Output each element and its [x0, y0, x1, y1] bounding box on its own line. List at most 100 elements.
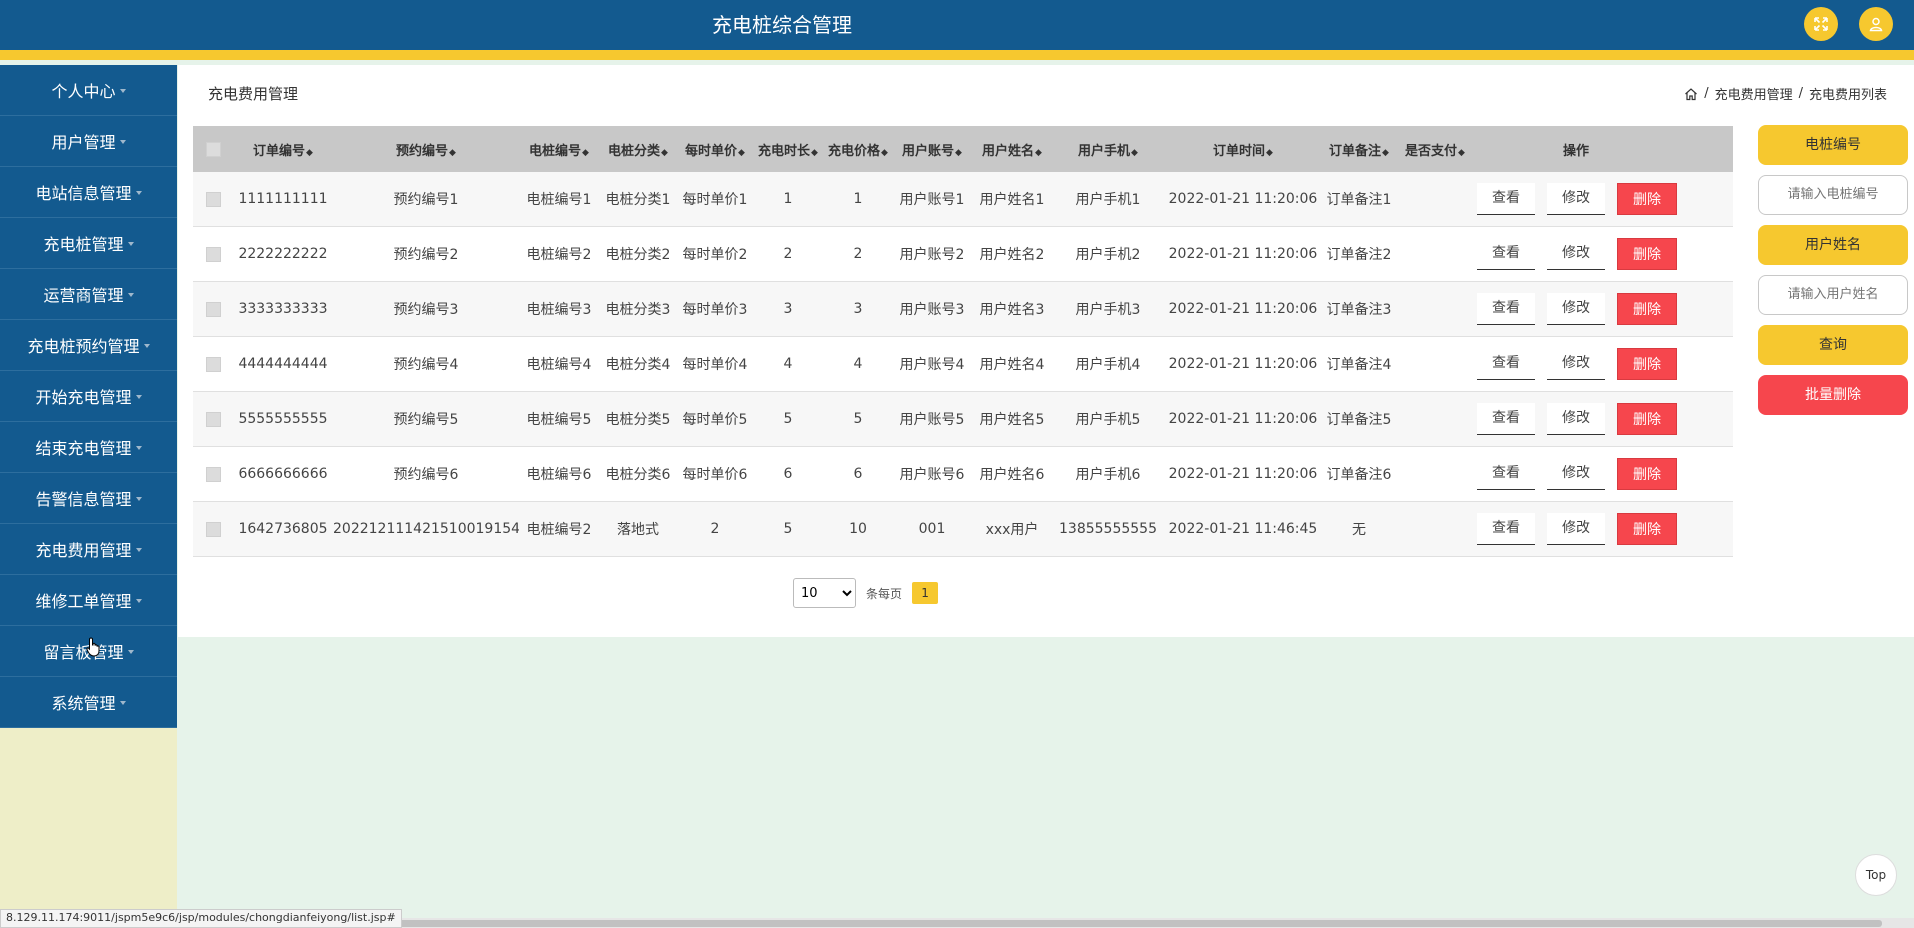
- cell-phone: 用户手机6: [1075, 467, 1141, 483]
- cell-price: 2: [853, 246, 863, 262]
- header-pile-no[interactable]: 电桩编号◆: [519, 140, 599, 159]
- cell-reserve-no: 202212111421510019154: [333, 521, 519, 537]
- delete-button[interactable]: 删除: [1617, 348, 1677, 380]
- sort-icon: ◆: [881, 147, 888, 158]
- delete-button[interactable]: 删除: [1617, 183, 1677, 215]
- header-time[interactable]: 订单时间◆: [1163, 140, 1323, 159]
- sidebar-item-system[interactable]: 系统管理: [0, 677, 177, 728]
- cell-order-no: 1642736805: [238, 521, 328, 537]
- header-pile-type[interactable]: 电桩分类◆: [599, 140, 677, 159]
- sidebar-item-personal-center[interactable]: 个人中心: [0, 65, 177, 116]
- cell-unit-price: 每时单价4: [682, 357, 748, 373]
- header-account[interactable]: 用户账号◆: [893, 140, 971, 159]
- sidebar-item-piles[interactable]: 充电桩管理: [0, 218, 177, 269]
- row-checkbox[interactable]: [205, 356, 221, 372]
- delete-button[interactable]: 删除: [1617, 293, 1677, 325]
- user-menu-button[interactable]: [1859, 7, 1893, 41]
- cell-reserve-no: 预约编号2: [393, 247, 459, 263]
- sidebar-item-alerts[interactable]: 告警信息管理: [0, 473, 177, 524]
- page-number-button[interactable]: 1: [912, 582, 939, 604]
- cell-pile-type: 电桩分类3: [605, 302, 671, 318]
- batch-delete-button[interactable]: 批量删除: [1758, 375, 1908, 415]
- row-checkbox[interactable]: [205, 466, 221, 482]
- view-button[interactable]: 查看: [1477, 458, 1535, 490]
- header-remark[interactable]: 订单备注◆: [1323, 140, 1395, 159]
- row-checkbox[interactable]: [205, 411, 221, 427]
- edit-button[interactable]: 修改: [1547, 403, 1605, 435]
- sidebar-item-label: 留言板管理: [43, 643, 124, 662]
- edit-button[interactable]: 修改: [1547, 238, 1605, 270]
- header-name[interactable]: 用户姓名◆: [971, 140, 1053, 159]
- view-button[interactable]: 查看: [1477, 293, 1535, 325]
- header-price[interactable]: 充电价格◆: [823, 140, 893, 159]
- cell-remark: 订单备注3: [1326, 302, 1392, 318]
- header-order-no[interactable]: 订单编号◆: [233, 140, 333, 159]
- cell-name: xxx用户: [985, 522, 1039, 538]
- edit-button[interactable]: 修改: [1547, 458, 1605, 490]
- edit-button[interactable]: 修改: [1547, 513, 1605, 545]
- breadcrumb: / 充电费用管理 / 充电费用列表: [1684, 84, 1887, 103]
- row-checkbox[interactable]: [205, 521, 221, 537]
- table-header: 订单编号◆ 预约编号◆ 电桩编号◆ 电桩分类◆ 每时单价◆ 充电时长◆ 充电价格…: [193, 126, 1733, 172]
- home-icon[interactable]: [1684, 87, 1698, 101]
- cell-pile-no: 电桩编号2: [526, 247, 592, 263]
- select-all-checkbox[interactable]: [205, 141, 221, 157]
- back-to-top-button[interactable]: Top: [1855, 854, 1897, 896]
- sidebar-item-end-charging[interactable]: 结束充电管理: [0, 422, 177, 473]
- view-button[interactable]: 查看: [1477, 183, 1535, 215]
- user-name-search-input[interactable]: [1758, 275, 1908, 315]
- page-size-select[interactable]: 10: [793, 578, 856, 608]
- search-button[interactable]: 查询: [1758, 325, 1908, 365]
- delete-button[interactable]: 删除: [1617, 513, 1677, 545]
- cell-time: 2022-01-21 11:46:45: [1168, 521, 1318, 537]
- sidebar-item-stations[interactable]: 电站信息管理: [0, 167, 177, 218]
- cell-name: 用户姓名1: [979, 192, 1045, 208]
- sidebar-item-label: 告警信息管理: [35, 490, 132, 509]
- sort-icon: ◆: [1458, 147, 1465, 158]
- fullscreen-button[interactable]: [1804, 7, 1838, 41]
- pile-no-search-label: 电桩编号: [1758, 125, 1908, 165]
- cell-remark: 订单备注2: [1326, 247, 1392, 263]
- cell-remark: 订单备注5: [1326, 412, 1392, 428]
- cell-pile-no: 电桩编号4: [526, 357, 592, 373]
- sidebar-item-label: 用户管理: [51, 133, 116, 152]
- cell-pile-type: 电桩分类5: [605, 412, 671, 428]
- view-button[interactable]: 查看: [1477, 513, 1535, 545]
- edit-button[interactable]: 修改: [1547, 183, 1605, 215]
- view-button[interactable]: 查看: [1477, 238, 1535, 270]
- cell-duration: 5: [783, 411, 793, 427]
- edit-button[interactable]: 修改: [1547, 293, 1605, 325]
- header-phone[interactable]: 用户手机◆: [1053, 140, 1163, 159]
- cell-duration: 2: [783, 246, 793, 262]
- sidebar-item-fees[interactable]: 充电费用管理: [0, 524, 177, 575]
- header-paid[interactable]: 是否支付◆: [1395, 140, 1475, 159]
- sidebar-item-users[interactable]: 用户管理: [0, 116, 177, 167]
- header-unit-price[interactable]: 每时单价◆: [677, 140, 753, 159]
- sidebar-item-label: 个人中心: [51, 82, 116, 101]
- breadcrumb-fee-management[interactable]: 充电费用管理: [1715, 84, 1793, 103]
- view-button[interactable]: 查看: [1477, 348, 1535, 380]
- cell-price: 5: [853, 411, 863, 427]
- edit-button[interactable]: 修改: [1547, 348, 1605, 380]
- row-checkbox[interactable]: [205, 246, 221, 262]
- cell-reserve-no: 预约编号3: [393, 302, 459, 318]
- cell-unit-price: 每时单价5: [682, 412, 748, 428]
- row-checkbox[interactable]: [205, 191, 221, 207]
- pagination: 10 条每页 1: [793, 578, 939, 608]
- delete-button[interactable]: 删除: [1617, 403, 1677, 435]
- table-row: 2222222222 预约编号2 电桩编号2 电桩分类2 每时单价2 2 2 用户账号2 用户姓…: [193, 227, 1733, 282]
- sidebar-item-work-orders[interactable]: 维修工单管理: [0, 575, 177, 626]
- user-name-search-label: 用户姓名: [1758, 225, 1908, 265]
- delete-button[interactable]: 删除: [1617, 458, 1677, 490]
- view-button[interactable]: 查看: [1477, 403, 1535, 435]
- sidebar-item-operators[interactable]: 运营商管理: [0, 269, 177, 320]
- row-checkbox[interactable]: [205, 301, 221, 317]
- header-duration[interactable]: 充电时长◆: [753, 140, 823, 159]
- header-reserve-no[interactable]: 预约编号◆: [333, 140, 519, 159]
- pile-no-search-input[interactable]: [1758, 175, 1908, 215]
- cell-order-no: 4444444444: [238, 356, 328, 372]
- cell-account: 用户账号1: [899, 192, 965, 208]
- sidebar-item-start-charging[interactable]: 开始充电管理: [0, 371, 177, 422]
- sidebar-item-reservations[interactable]: 充电桩预约管理: [0, 320, 177, 371]
- delete-button[interactable]: 删除: [1617, 238, 1677, 270]
